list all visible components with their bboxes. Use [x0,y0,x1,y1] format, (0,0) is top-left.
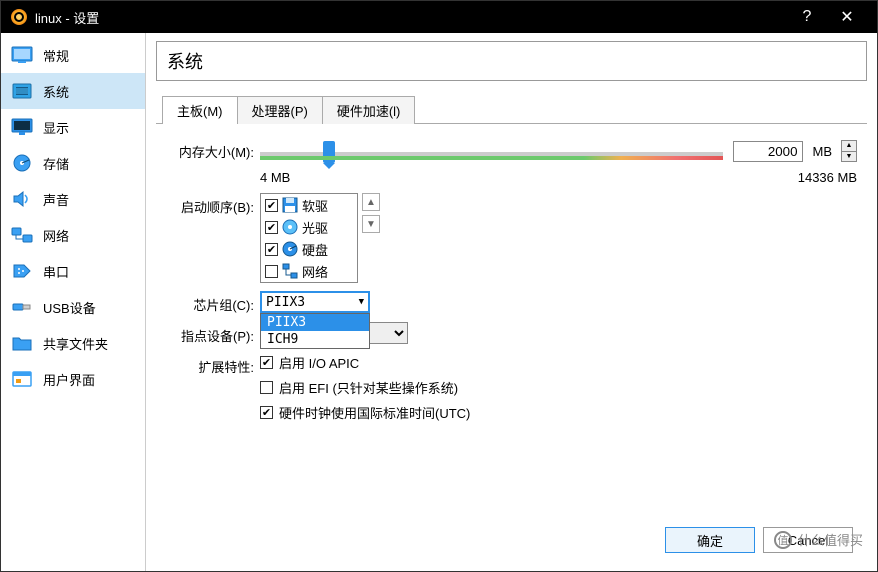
sidebar-item-display[interactable]: 显示 [1,109,145,145]
chipset-dropdown: PIIX3 ICH9 [260,313,370,349]
ext-label: 扩展特性: [160,353,260,376]
titlebar: linux - 设置 ? ✕ [1,1,877,33]
boot-order-list[interactable]: ✔ 软驱 ✔ 光驱 ✔ [260,193,358,283]
pointing-label: 指点设备(P): [160,322,260,345]
memory-unit: MB [813,144,833,159]
ok-button[interactable]: 确定 [665,527,755,553]
sidebar-item-network[interactable]: 网络 [1,217,145,253]
display-icon [11,118,33,136]
window-title: linux - 设置 [35,8,787,27]
network-icon [282,263,298,279]
boot-item-network[interactable]: 网络 [261,260,357,282]
sidebar-item-label: 用户界面 [43,370,95,389]
boot-optical-checkbox[interactable]: ✔ [265,221,278,234]
boot-item-label: 网络 [302,262,328,281]
network-icon [11,226,33,244]
chipset-option-ich9[interactable]: ICH9 [261,331,369,348]
system-icon [11,82,33,100]
boot-move-up-button[interactable]: ▲ [362,193,380,211]
page-title: 系统 [156,41,867,81]
watermark: 值 什么值得买 [774,530,863,549]
storage-icon [11,154,33,172]
sidebar-item-shared[interactable]: 共享文件夹 [1,325,145,361]
chipset-option-piix3[interactable]: PIIX3 [261,314,369,331]
memory-label: 内存大小(M): [160,138,260,161]
app-icon [11,9,27,25]
boot-move-down-button[interactable]: ▼ [362,215,380,233]
sidebar-item-serial[interactable]: 串口 [1,253,145,289]
memory-spinner[interactable]: ▲▼ [841,140,857,162]
sidebar-item-label: 共享文件夹 [43,334,108,353]
sidebar-item-label: 显示 [43,118,69,137]
boot-item-disk[interactable]: ✔ 硬盘 [261,238,357,260]
tab-processor[interactable]: 处理器(P) [237,96,323,124]
general-icon [11,46,33,64]
ext-efi-checkbox[interactable] [260,381,273,394]
memory-slider[interactable] [260,138,723,164]
memory-input[interactable] [733,141,803,162]
watermark-icon: 值 [774,531,792,549]
floppy-icon [282,197,298,213]
chipset-label: 芯片组(C): [160,291,260,314]
serial-icon [11,262,33,280]
sidebar-item-system[interactable]: 系统 [1,73,145,109]
watermark-text: 什么值得买 [798,530,863,549]
ext-efi-label: 启用 EFI (只针对某些操作系统) [279,378,458,397]
sidebar-item-label: USB设备 [43,298,96,317]
sidebar-item-label: 常规 [43,46,69,65]
chipset-value: PIIX3 [266,295,305,310]
sidebar-item-storage[interactable]: 存储 [1,145,145,181]
usb-icon [11,298,33,316]
memory-min-label: 4 MB [260,170,290,185]
help-button[interactable]: ? [787,1,827,33]
sidebar: 常规 系统 显示 存储 声音 网络 [1,33,146,571]
boot-item-optical[interactable]: ✔ 光驱 [261,216,357,238]
ext-ioapic-label: 启用 I/O APIC [279,353,359,372]
ext-utc-checkbox[interactable] [260,406,273,419]
tab-acceleration[interactable]: 硬件加速(l) [322,96,416,124]
tab-content: 内存大小(M): MB ▲▼ [156,123,867,446]
boot-item-label: 光驱 [302,218,328,237]
boot-item-label: 软驱 [302,196,328,215]
sidebar-item-label: 网络 [43,226,69,245]
optical-icon [282,219,298,235]
sidebar-item-label: 声音 [43,190,69,209]
sidebar-item-label: 系统 [43,82,69,101]
boot-disk-checkbox[interactable]: ✔ [265,243,278,256]
close-button[interactable]: ✕ [827,1,867,33]
sidebar-item-label: 存储 [43,154,69,173]
sidebar-item-general[interactable]: 常规 [1,37,145,73]
ui-icon [11,370,33,388]
chipset-select[interactable]: PIIX3 ▼ PIIX3 ICH9 [260,291,370,313]
footer: 确定 Cancel [156,517,867,563]
chevron-down-icon: ▼ [359,297,364,307]
boot-label: 启动顺序(B): [160,193,260,216]
tab-motherboard[interactable]: 主板(M) [162,96,238,124]
audio-icon [11,190,33,208]
sidebar-item-label: 串口 [43,262,69,281]
sidebar-item-audio[interactable]: 声音 [1,181,145,217]
boot-item-label: 硬盘 [302,240,328,259]
sidebar-item-ui[interactable]: 用户界面 [1,361,145,397]
folder-icon [11,334,33,352]
boot-item-floppy[interactable]: ✔ 软驱 [261,194,357,216]
tabbar: 主板(M) 处理器(P) 硬件加速(l) [156,95,867,123]
boot-floppy-checkbox[interactable]: ✔ [265,199,278,212]
ext-ioapic-checkbox[interactable] [260,356,273,369]
ext-utc-label: 硬件时钟使用国际标准时间(UTC) [279,403,470,422]
memory-max-label: 14336 MB [798,170,857,185]
sidebar-item-usb[interactable]: USB设备 [1,289,145,325]
disk-icon [282,241,298,257]
boot-network-checkbox[interactable] [265,265,278,278]
